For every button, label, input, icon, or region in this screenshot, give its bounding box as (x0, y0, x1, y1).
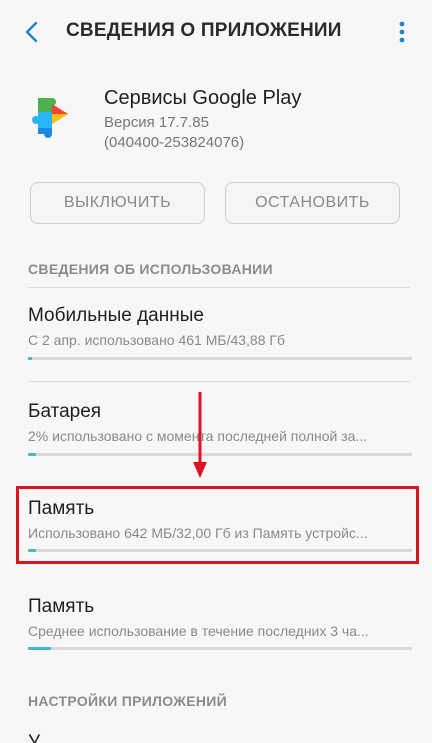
item-title: Мобильные данные (28, 305, 204, 326)
usage-progress-bar (28, 357, 412, 360)
disable-button[interactable]: ВЫКЛЮЧИТЬ (30, 182, 205, 224)
item-title: Память (28, 596, 95, 617)
more-vert-icon[interactable] (398, 20, 406, 44)
usage-progress-fill (28, 453, 36, 456)
highlight-box (16, 486, 419, 564)
item-title: Батарея (28, 401, 102, 422)
item-subtitle: 2% использовано с момента последней полн… (28, 428, 368, 444)
usage-progress-fill (28, 647, 52, 650)
item-subtitle: С 2 апр. использовано 461 МБ/43,88 Гб (28, 332, 285, 348)
app-build-number: (040400-253824076) (104, 134, 245, 151)
app-bar: СВЕДЕНИЯ О ПРИЛОЖЕНИИ (0, 0, 432, 64)
page-title: СВЕДЕНИЯ О ПРИЛОЖЕНИИ (66, 20, 342, 41)
back-arrow-icon[interactable] (18, 18, 46, 46)
usage-section-header: СВЕДЕНИЯ ОБ ИСПОЛЬЗОВАНИИ (28, 261, 273, 277)
usage-progress-bar (28, 453, 412, 456)
app-info-screen: СВЕДЕНИЯ О ПРИЛОЖЕНИИ Сервисы Google Pla… (0, 0, 432, 743)
google-play-services-icon (32, 98, 68, 138)
usage-progress-bar (28, 647, 412, 650)
app-name: Сервисы Google Play (104, 87, 302, 109)
settings-section-header: НАСТРОЙКИ ПРИЛОЖЕНИЙ (28, 693, 228, 709)
app-version: Версия 17.7.85 (104, 114, 209, 131)
usage-progress-fill (28, 357, 32, 360)
down-arrow-annotation-icon (193, 392, 207, 478)
divider (28, 381, 410, 382)
item-subtitle: Среднее использование в течение последни… (28, 623, 369, 639)
force-stop-button[interactable]: ОСТАНОВИТЬ (225, 182, 400, 224)
divider (28, 287, 410, 288)
partial-list-item[interactable]: У (28, 732, 40, 743)
